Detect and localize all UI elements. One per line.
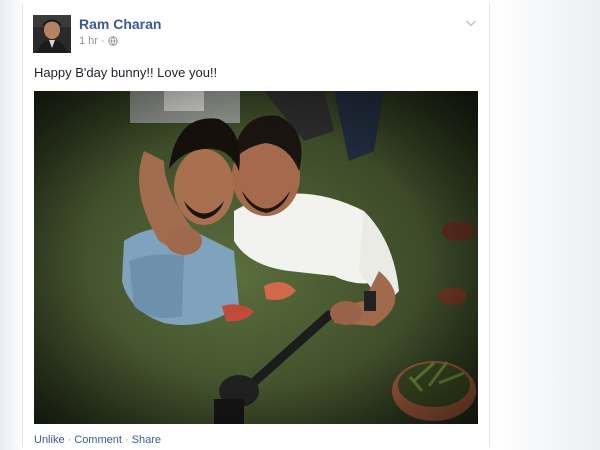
chevron-down-icon[interactable] <box>465 17 477 29</box>
selfie-photo-image <box>34 91 478 424</box>
post-actions: Unlike · Comment · Share <box>34 434 161 446</box>
action-separator: · <box>124 434 129 446</box>
share-link[interactable]: Share <box>132 434 161 446</box>
post-photo[interactable] <box>34 91 478 424</box>
meta-separator: · <box>100 35 105 47</box>
unlike-link[interactable]: Unlike <box>34 434 65 446</box>
author-name-link[interactable]: Ram Charan <box>79 16 161 32</box>
post-meta: 1 hr · <box>79 35 118 47</box>
comment-link[interactable]: Comment <box>74 434 122 446</box>
right-background <box>488 0 600 450</box>
action-separator: · <box>67 434 72 446</box>
avatar-image <box>33 15 71 53</box>
post-timestamp[interactable]: 1 hr <box>79 35 98 47</box>
post-message: Happy B'day bunny!! Love you!! <box>34 65 218 80</box>
post-card: Ram Charan 1 hr · Happy B'day bunny!! Lo… <box>22 3 490 447</box>
left-background <box>0 0 24 450</box>
avatar[interactable] <box>33 15 71 53</box>
page: Ram Charan 1 hr · Happy B'day bunny!! Lo… <box>0 0 600 450</box>
globe-icon[interactable] <box>107 36 118 46</box>
